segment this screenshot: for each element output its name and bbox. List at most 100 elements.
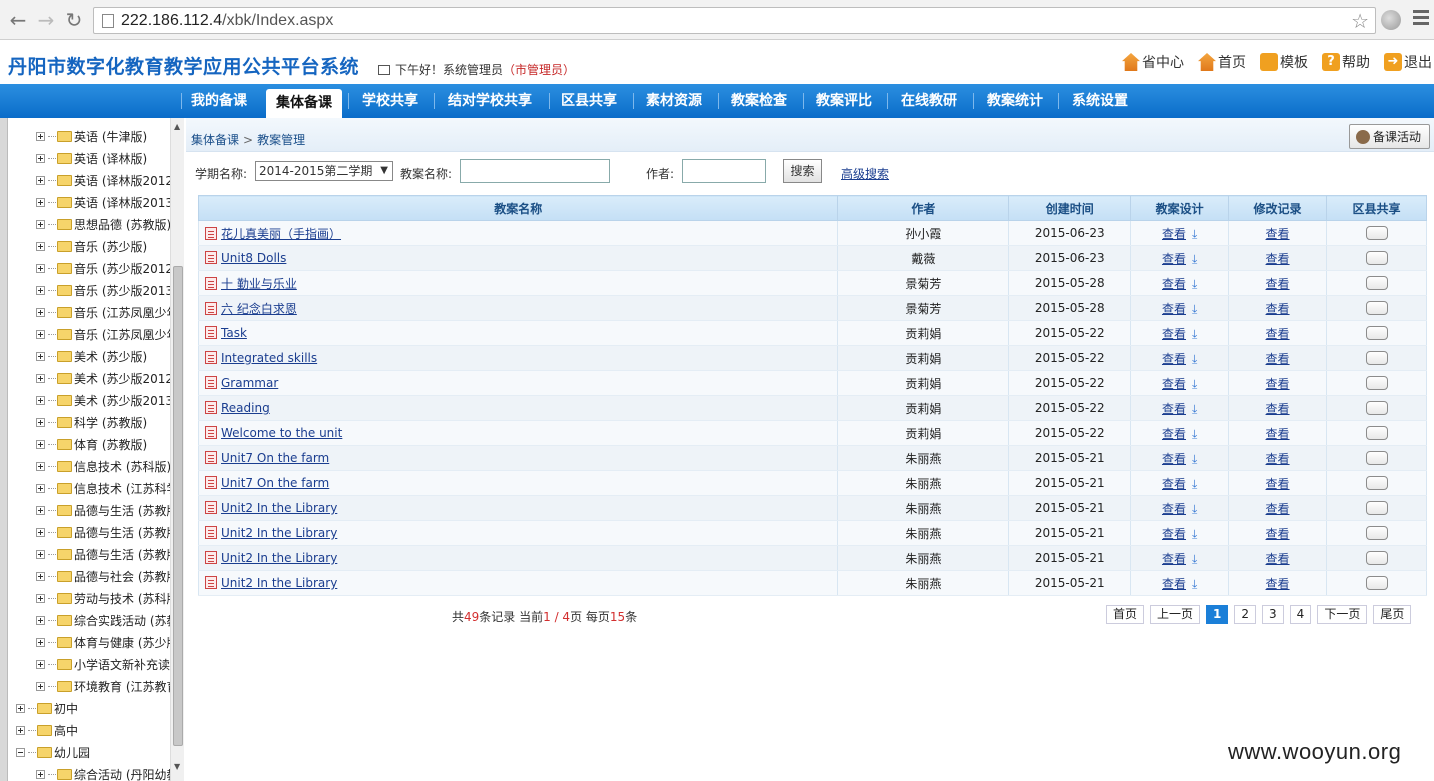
- share-toggle[interactable]: [1365, 476, 1388, 491]
- share-toggle[interactable]: [1365, 351, 1388, 366]
- expand-icon[interactable]: [16, 703, 25, 713]
- view-design-link[interactable]: 查看: [1162, 327, 1186, 341]
- nav-system-settings[interactable]: 系统设置: [1064, 84, 1136, 118]
- expand-icon[interactable]: [36, 307, 45, 317]
- lesson-link[interactable]: Unit8 Dolls: [221, 251, 286, 265]
- expand-icon[interactable]: [36, 527, 45, 537]
- expand-icon[interactable]: [36, 241, 45, 251]
- lesson-link[interactable]: Unit2 In the Library: [221, 551, 337, 565]
- download-icon[interactable]: ⤓: [1192, 252, 1197, 267]
- view-design-link[interactable]: 查看: [1162, 552, 1186, 566]
- expand-icon[interactable]: [36, 197, 45, 207]
- nav-materials[interactable]: 素材资源: [639, 84, 709, 118]
- view-history-link[interactable]: 查看: [1266, 552, 1290, 566]
- pager-button[interactable]: 4: [1289, 605, 1312, 624]
- lesson-name-input[interactable]: [460, 159, 610, 183]
- share-toggle[interactable]: [1365, 426, 1388, 441]
- tree-item[interactable]: 环境教育 (江苏教育: [36, 675, 179, 697]
- expand-icon[interactable]: [36, 659, 45, 669]
- view-design-link[interactable]: 查看: [1162, 402, 1186, 416]
- view-history-link[interactable]: 查看: [1266, 577, 1290, 591]
- expand-icon[interactable]: [36, 263, 45, 273]
- download-icon[interactable]: ⤓: [1192, 477, 1197, 492]
- expand-icon[interactable]: [36, 483, 45, 493]
- tree-item[interactable]: 品德与生活 (苏教版: [36, 499, 179, 521]
- view-design-link[interactable]: 查看: [1162, 352, 1186, 366]
- search-button[interactable]: 搜索: [783, 159, 822, 183]
- share-toggle[interactable]: [1365, 551, 1388, 566]
- view-history-link[interactable]: 查看: [1266, 427, 1290, 441]
- forward-icon[interactable]: →: [34, 8, 58, 32]
- col-created[interactable]: 创建时间: [1008, 195, 1132, 221]
- expand-icon[interactable]: [36, 175, 45, 185]
- view-design-link[interactable]: 查看: [1162, 277, 1186, 291]
- scroll-up-icon[interactable]: ▲: [174, 122, 180, 131]
- nav-paired-school-share[interactable]: 结对学校共享: [440, 84, 540, 118]
- view-design-link[interactable]: 查看: [1162, 377, 1186, 391]
- download-icon[interactable]: ⤓: [1192, 577, 1197, 592]
- lesson-link[interactable]: Unit7 On the farm: [221, 476, 329, 490]
- lesson-link[interactable]: 六 纪念白求恩: [221, 302, 297, 316]
- expand-icon[interactable]: [36, 637, 45, 647]
- expand-icon[interactable]: [36, 549, 45, 559]
- expand-icon[interactable]: [16, 725, 25, 735]
- expand-icon[interactable]: [36, 153, 45, 163]
- lesson-link[interactable]: 十 勤业与乐业: [221, 277, 297, 291]
- link-province-center[interactable]: 省中心: [1122, 50, 1184, 74]
- lesson-link[interactable]: Task: [221, 326, 247, 340]
- view-history-link[interactable]: 查看: [1266, 502, 1290, 516]
- pager-button[interactable]: 3: [1262, 605, 1284, 624]
- tree-item[interactable]: 科学 (苏教版): [36, 411, 147, 433]
- lesson-link[interactable]: Unit2 In the Library: [221, 501, 337, 515]
- lesson-link[interactable]: 花儿真美丽（手指画）: [221, 227, 341, 241]
- lesson-link[interactable]: Unit2 In the Library: [221, 576, 337, 590]
- tree-item[interactable]: 英语 (牛津版): [36, 125, 147, 147]
- share-toggle[interactable]: [1365, 226, 1388, 241]
- extension-icon[interactable]: [1381, 10, 1401, 30]
- download-icon[interactable]: ⤓: [1192, 302, 1197, 317]
- download-icon[interactable]: ⤓: [1192, 452, 1197, 467]
- view-design-link[interactable]: 查看: [1162, 427, 1186, 441]
- pager-button[interactable]: 1: [1206, 605, 1229, 624]
- tree-item[interactable]: 品德与生活 (苏教版: [36, 521, 179, 543]
- view-history-link[interactable]: 查看: [1266, 452, 1290, 466]
- share-toggle[interactable]: [1365, 251, 1388, 266]
- tree-item[interactable]: 英语 (译林版2013): [36, 191, 178, 213]
- nav-lesson-stats[interactable]: 教案统计: [979, 84, 1051, 118]
- tree-item[interactable]: 信息技术 (江苏科学: [36, 477, 179, 499]
- prep-activity-button[interactable]: 备课活动: [1348, 124, 1430, 149]
- tree-item[interactable]: 综合实践活动 (苏教: [36, 609, 179, 631]
- breadcrumb-item[interactable]: 集体备课: [191, 133, 239, 147]
- tree-scrollbar[interactable]: ▲ ▼: [170, 118, 184, 781]
- tree-item[interactable]: 音乐 (苏少版2013): [36, 279, 178, 301]
- view-history-link[interactable]: 查看: [1266, 327, 1290, 341]
- download-icon[interactable]: ⤓: [1192, 377, 1197, 392]
- tree-item[interactable]: 信息技术 (苏科版): [36, 455, 171, 477]
- col-author[interactable]: 作者: [837, 195, 1010, 221]
- download-icon[interactable]: ⤓: [1192, 552, 1197, 567]
- share-toggle[interactable]: [1365, 301, 1388, 316]
- expand-icon[interactable]: [36, 351, 45, 361]
- link-home[interactable]: 首页: [1198, 50, 1246, 74]
- download-icon[interactable]: ⤓: [1192, 527, 1197, 542]
- share-toggle[interactable]: [1365, 526, 1388, 541]
- tree-item[interactable]: 小学语文新补充读本: [36, 653, 182, 675]
- view-history-link[interactable]: 查看: [1266, 252, 1290, 266]
- address-bar[interactable]: 222.186.112.4/xbk/Index.aspx ☆: [93, 7, 1376, 34]
- expand-icon[interactable]: [36, 439, 45, 449]
- collapse-icon[interactable]: [16, 747, 25, 757]
- reload-icon[interactable]: ↻: [62, 8, 86, 32]
- view-design-link[interactable]: 查看: [1162, 527, 1186, 541]
- back-icon[interactable]: ←: [6, 8, 30, 32]
- tree-item[interactable]: 体育 (苏教版): [36, 433, 147, 455]
- download-icon[interactable]: ⤓: [1192, 277, 1197, 292]
- tree-item[interactable]: 音乐 (江苏凤凰少年: [36, 301, 179, 323]
- nav-group-lessons[interactable]: 集体备课: [266, 89, 342, 118]
- pager-button[interactable]: 尾页: [1373, 605, 1412, 624]
- share-toggle[interactable]: [1365, 501, 1388, 516]
- download-icon[interactable]: ⤓: [1192, 402, 1197, 417]
- nav-school-share[interactable]: 学校共享: [354, 84, 426, 118]
- view-history-link[interactable]: 查看: [1266, 377, 1290, 391]
- expand-icon[interactable]: [36, 219, 45, 229]
- download-icon[interactable]: ⤓: [1192, 327, 1197, 342]
